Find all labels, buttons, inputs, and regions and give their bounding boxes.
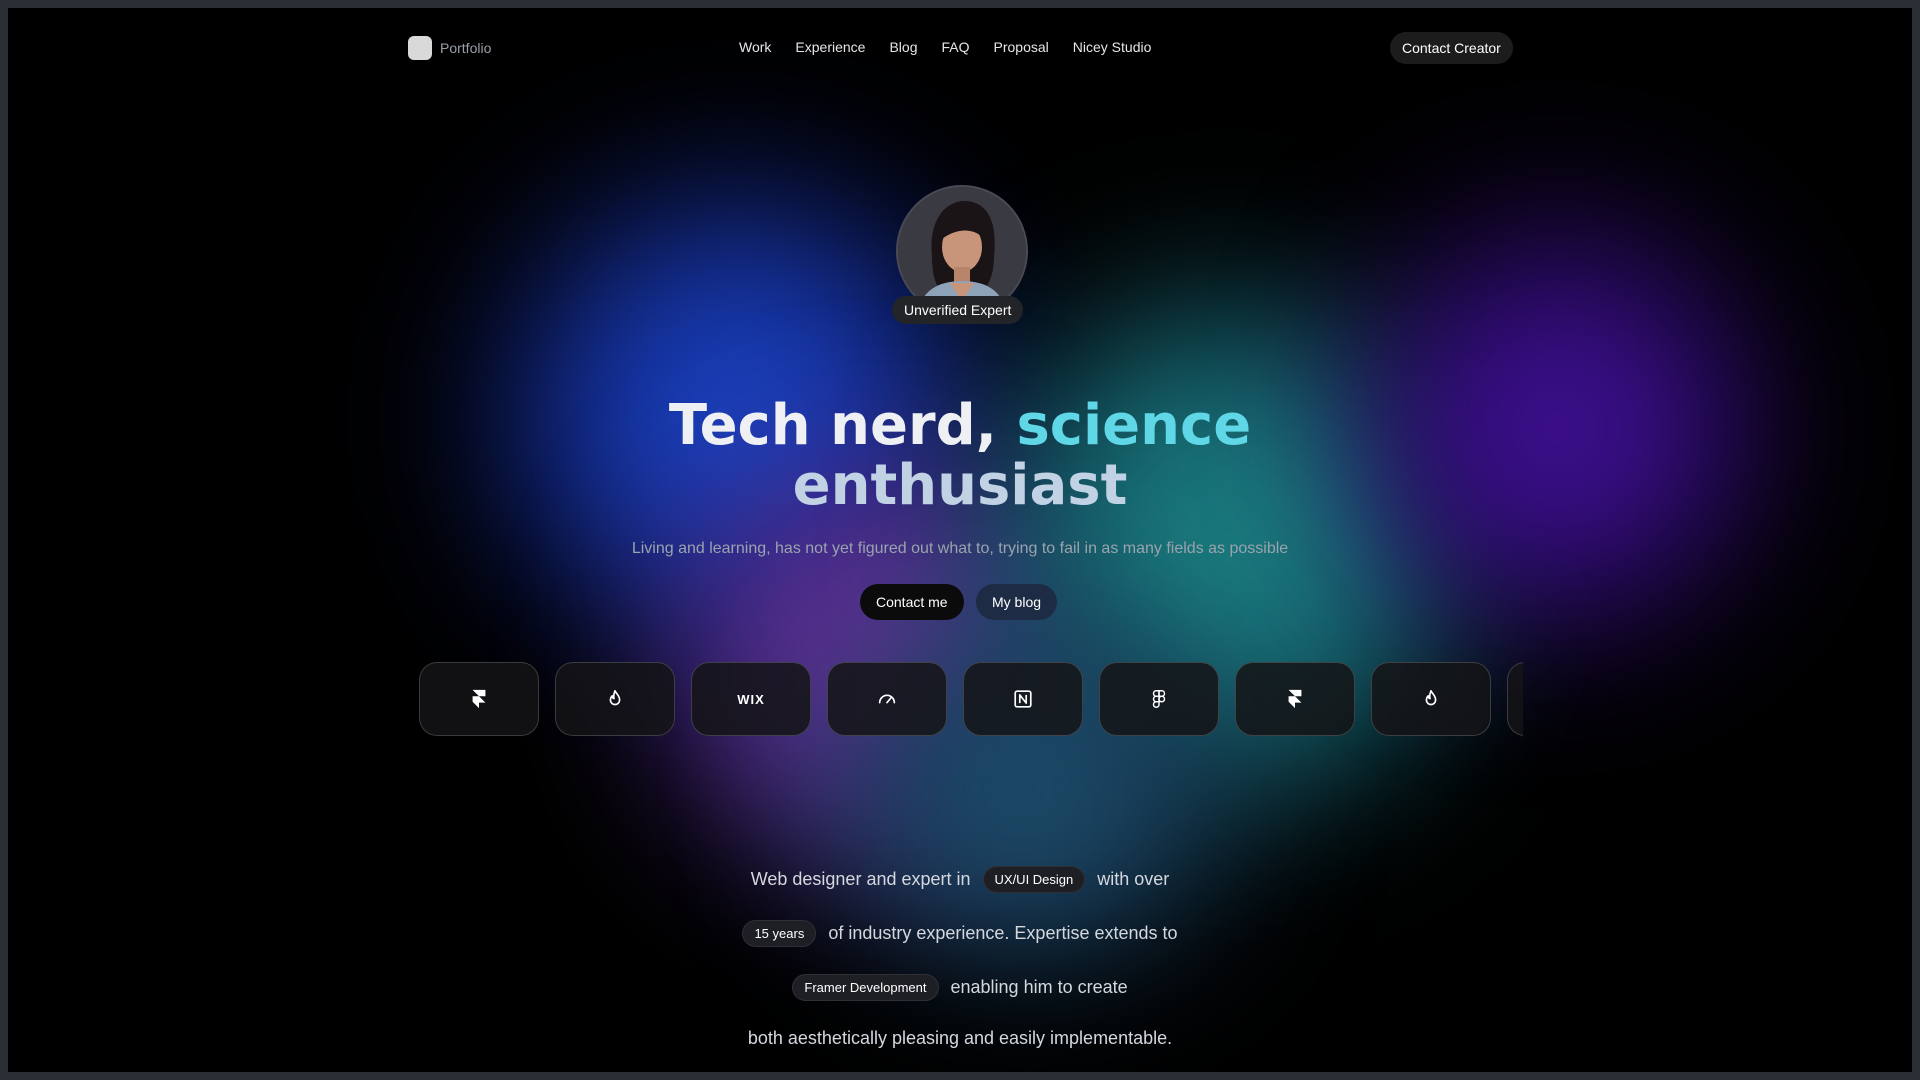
tools-carousel: WIX — [419, 662, 1523, 736]
speedometer-icon — [878, 694, 896, 704]
logo[interactable]: Portfolio — [408, 36, 491, 60]
nav-link-work[interactable]: Work — [739, 39, 771, 55]
tool-card-notion[interactable] — [963, 662, 1083, 736]
about-text-3: of industry experience. Expertise extend… — [828, 923, 1178, 943]
hero-subtitle: Living and learning, has not yet figured… — [631, 540, 1289, 557]
framer-icon — [472, 689, 486, 709]
contact-me-button[interactable]: Contact me — [860, 584, 964, 620]
contact-creator-button[interactable]: Contact Creator — [1390, 32, 1513, 64]
about-line-1: Web designer and expert in UX/UI Design … — [8, 866, 1912, 893]
headline-accent: science — [1016, 393, 1252, 458]
about-text-4: enabling him to create — [950, 977, 1128, 997]
about-text-5: both aesthetically pleasing and easily i… — [747, 1028, 1173, 1048]
chip-15-years: 15 years — [742, 920, 817, 947]
tool-card-speedometer[interactable] — [827, 662, 947, 736]
notion-icon — [1014, 690, 1032, 708]
flame-icon — [609, 689, 621, 706]
logo-icon — [408, 36, 432, 60]
headline-part-2: enthusiast — [792, 453, 1128, 518]
my-blog-button[interactable]: My blog — [976, 584, 1058, 620]
logo-text: Portfolio — [440, 40, 492, 56]
nav-link-blog[interactable]: Blog — [889, 39, 917, 55]
about-line-4: both aesthetically pleasing and easily i… — [8, 1028, 1912, 1049]
chip-framer-development: Framer Development — [792, 974, 939, 1001]
about-text-2: with over — [1097, 869, 1170, 889]
nav-link-nicey-studio[interactable]: Nicey Studio — [1073, 39, 1152, 55]
tool-card-flame-2[interactable] — [1371, 662, 1491, 736]
chip-ux-ui-design: UX/UI Design — [982, 866, 1086, 893]
tool-card-flame[interactable] — [555, 662, 675, 736]
hero-headline: Tech nerd, science enthusiast — [8, 396, 1912, 516]
nav-link-proposal[interactable]: Proposal — [994, 39, 1049, 55]
framer-icon — [1288, 689, 1302, 709]
tool-card-framer-2[interactable] — [1235, 662, 1355, 736]
about-line-3: Framer Development enabling him to creat… — [8, 974, 1912, 1001]
about-line-2: 15 years of industry experience. Experti… — [8, 920, 1912, 947]
figma-icon — [1152, 690, 1166, 708]
tool-card-framer[interactable] — [419, 662, 539, 736]
tool-card-figma[interactable] — [1099, 662, 1219, 736]
headline-part-1: Tech nerd, — [668, 393, 1017, 458]
flame-icon — [1425, 689, 1437, 706]
nav-link-faq[interactable]: FAQ — [942, 39, 970, 55]
top-nav: Portfolio Work Experience Blog FAQ Propo… — [8, 30, 1912, 66]
expert-badge: Unverified Expert — [892, 296, 1024, 324]
tool-card-partial[interactable] — [1507, 662, 1523, 736]
about-text-1: Web designer and expert in — [750, 869, 971, 889]
page-frame: Portfolio Work Experience Blog FAQ Propo… — [8, 8, 1912, 1072]
wix-icon: WIX — [737, 691, 765, 707]
nav-links: Work Experience Blog FAQ Proposal Nicey … — [739, 39, 1151, 55]
tool-card-wix[interactable]: WIX — [691, 662, 811, 736]
nav-link-experience[interactable]: Experience — [795, 39, 865, 55]
